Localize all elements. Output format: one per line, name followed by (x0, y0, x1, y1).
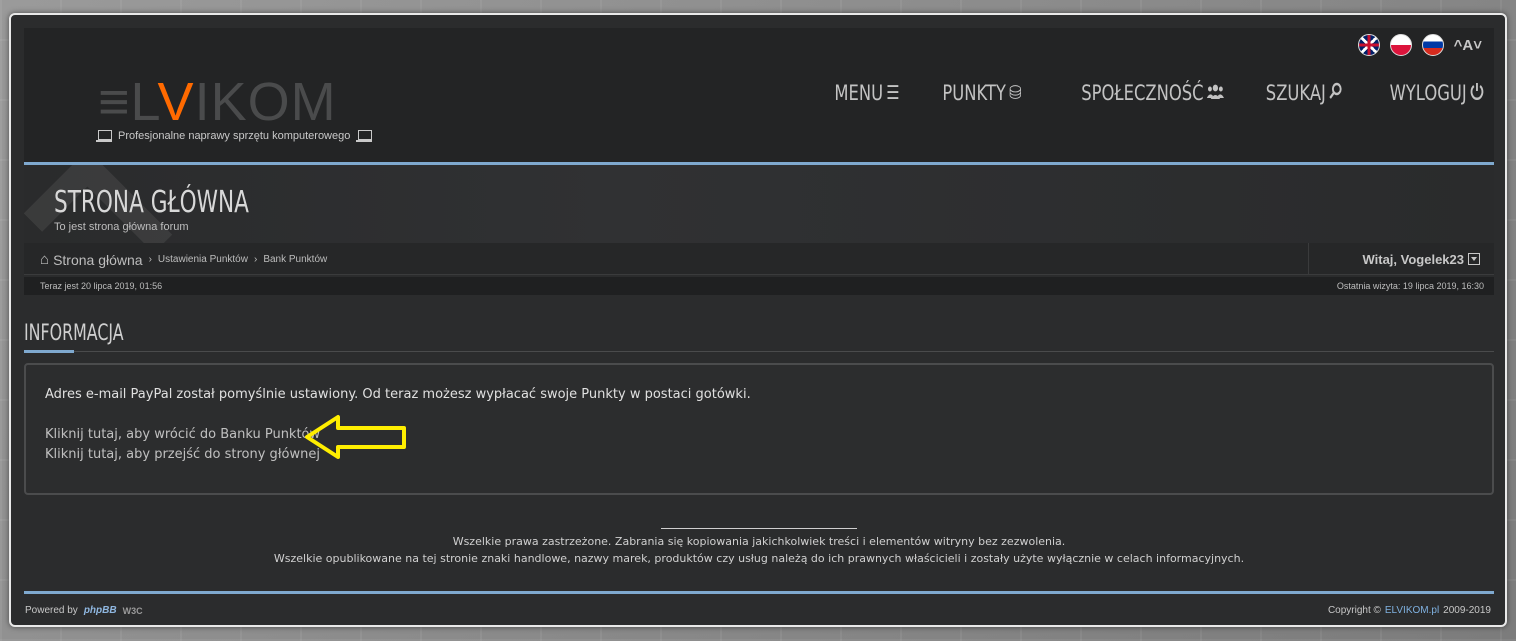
dropdown-icon (1468, 253, 1480, 265)
breadcrumb-home[interactable]: ⌂ Strona główna (40, 251, 143, 268)
breadcrumb-item-ustawienia[interactable]: Ustawienia Punktów (158, 254, 248, 265)
nav-wyloguj[interactable]: WYLOGUJ (1390, 81, 1484, 105)
section-divider (24, 351, 1494, 352)
chevron-right-icon: › (253, 254, 258, 265)
copyright-years: 2009-2019 (1443, 605, 1491, 616)
site-header: ^A˅ ≡LVIKOM Profesjonalne naprawy sprzęt… (24, 28, 1494, 162)
power-icon (1470, 82, 1484, 105)
russian-flag-icon[interactable] (1421, 34, 1444, 56)
main-nav: MENU ☰ PUNKTY ⛁ SPOŁECZNOŚĆ SZUKAJ WYLOG… (816, 81, 1484, 105)
nav-wyloguj-label: WYLOGUJ (1389, 81, 1467, 105)
breadcrumb-item-bank[interactable]: Bank Punktów (263, 254, 327, 265)
nav-menu-label: MENU (834, 81, 884, 105)
footer-rights: Wszelkie prawa zastrzeżone. Zabrania się… (452, 535, 1066, 548)
breadcrumb-home-label: Strona główna (53, 251, 143, 268)
section-title: INFORMACJA (24, 321, 124, 346)
logo-part-1: ≡L (98, 72, 158, 132)
welcome-text: Witaj, Vogelek23 (1362, 251, 1464, 267)
powered-by-label: Powered by (25, 605, 78, 616)
user-menu[interactable]: Witaj, Vogelek23 (1308, 243, 1494, 275)
breadcrumb: ⌂ Strona główna › Ustawienia Punktów › B… (24, 243, 1494, 275)
font-size-control[interactable]: ^A˅ (1454, 37, 1482, 54)
nav-spolecznosc[interactable]: SPOŁECZNOŚĆ (1081, 81, 1225, 105)
time-bar: Teraz jest 20 lipca 2019, 01:56 Ostatnia… (24, 277, 1494, 295)
footer-trademarks: Wszelkie opublikowane na tej stronie zna… (273, 552, 1245, 565)
tagline-text: Profesjonalne naprawy sprzętu komputerow… (118, 130, 351, 142)
laptop-icon (356, 130, 373, 142)
link-to-home[interactable]: Kliknij tutaj, aby przejść do strony głó… (45, 447, 320, 462)
nav-szukaj[interactable]: SZUKAJ (1266, 81, 1343, 105)
site-tagline: Profesjonalne naprawy sprzętu komputerow… (96, 130, 373, 142)
footer-divider (661, 528, 857, 529)
page-frame: ^A˅ ≡LVIKOM Profesjonalne naprawy sprzęt… (9, 13, 1507, 627)
brand-link[interactable]: ELVIKOM.pl (1385, 605, 1439, 616)
page-banner: STRONA GŁÓWNA To jest strona główna foru… (24, 165, 1494, 243)
coins-icon: ⛁ (1008, 82, 1022, 104)
logo-part-2: V (157, 72, 195, 132)
chevron-right-icon: › (148, 254, 152, 265)
home-icon: ⌂ (40, 251, 50, 268)
search-icon (1329, 82, 1343, 105)
page-subtitle: To jest strona główna forum (54, 221, 189, 233)
page-title: STRONA GŁÓWNA (54, 185, 249, 220)
info-message: Adres e-mail PayPal został pomyślnie ust… (45, 387, 751, 402)
nav-punkty-label: PUNKTY (941, 81, 1006, 105)
last-visit: Ostatnia wizyta: 19 lipca 2019, 16:30 (1336, 281, 1484, 291)
powered-by: Powered by phpBB W3C (25, 605, 143, 616)
laptop-icon (96, 130, 112, 142)
nav-spolecznosc-label: SPOŁECZNOŚĆ (1081, 81, 1204, 105)
logo-part-3: IKOM (194, 72, 337, 132)
yellow-arrow-icon (305, 415, 406, 459)
hamburger-icon: ☰ (886, 82, 900, 104)
nav-menu[interactable]: MENU ☰ (835, 81, 900, 105)
nav-szukaj-label: SZUKAJ (1265, 81, 1326, 105)
section-accent (24, 350, 74, 353)
w3c-logo[interactable]: W3C (123, 606, 143, 616)
copyright-label: Copyright © (1327, 605, 1381, 616)
current-time: Teraz jest 20 lipca 2019, 01:56 (40, 281, 163, 291)
users-icon (1206, 82, 1225, 104)
english-flag-icon[interactable] (1357, 34, 1380, 56)
copyright: Copyright © ELVIKOM.pl 2009-2019 (1328, 605, 1491, 616)
nav-punkty[interactable]: PUNKTY ⛁ (942, 81, 1021, 105)
site-logo[interactable]: ≡LVIKOM (98, 75, 337, 129)
polish-flag-icon[interactable] (1389, 34, 1412, 56)
language-switcher: ^A˅ (1357, 34, 1482, 56)
footer-divider-blue (24, 591, 1494, 594)
info-panel: Adres e-mail PayPal został pomyślnie ust… (24, 363, 1494, 495)
phpbb-logo[interactable]: phpBB (84, 605, 117, 616)
link-back-to-bank[interactable]: Kliknij tutaj, aby wrócić do Banku Punkt… (45, 427, 320, 442)
